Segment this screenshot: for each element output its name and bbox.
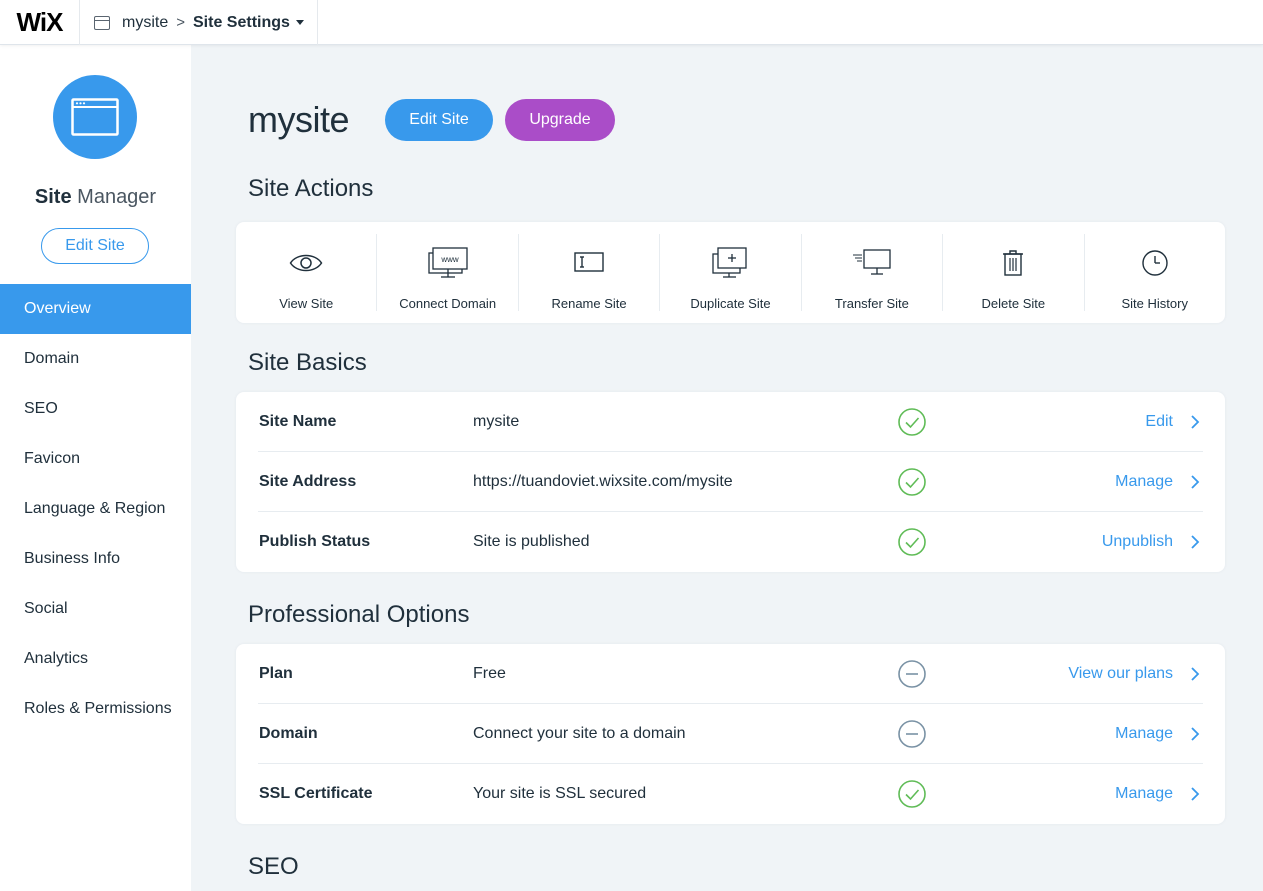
sidebar-item-language-region[interactable]: Language & Region	[0, 484, 191, 534]
breadcrumb: mysite > Site Settings	[80, 0, 318, 45]
minus-circle-icon	[898, 660, 926, 688]
manage-domain-link[interactable]: Manage	[1115, 725, 1173, 743]
view-our-plans-link[interactable]: View our plans	[1068, 665, 1173, 683]
main-content: mysite Edit Site Upgrade Site Actions Vi…	[191, 45, 1263, 891]
row-value: Site is published	[473, 533, 590, 550]
site-manager-title: Site Manager	[0, 186, 191, 209]
action-label: Site History	[1121, 296, 1188, 311]
sidebar-nav: Overview Domain SEO Favicon Language & R…	[0, 284, 191, 734]
row-label: Plan	[259, 664, 293, 682]
row-value: mysite	[473, 412, 520, 430]
plan-row: Plan Free View our plans	[258, 644, 1203, 704]
browser-window-icon	[71, 98, 119, 136]
svg-text:www: www	[440, 255, 459, 264]
professional-options-card: Plan Free View our plans Domain Connect …	[236, 644, 1225, 824]
sidebar-item-business-info[interactable]: Business Info	[0, 534, 191, 584]
chevron-right-icon[interactable]	[1187, 726, 1203, 742]
action-label: Connect Domain	[399, 296, 497, 311]
site-manager-title-bold: Site	[34, 186, 72, 208]
transfer-site-action[interactable]: Transfer Site	[802, 234, 944, 311]
duplicate-monitor-icon	[712, 247, 748, 278]
check-circle-icon	[898, 408, 926, 436]
sidebar-item-social[interactable]: Social	[0, 584, 191, 634]
chevron-right-icon[interactable]	[1187, 666, 1203, 682]
sidebar-item-roles-permissions[interactable]: Roles & Permissions	[0, 684, 191, 734]
sidebar: Site Manager Edit Site Overview Domain S…	[0, 45, 191, 891]
site-address-row: Site Address https://tuandoviet.wixsite.…	[258, 452, 1203, 512]
action-label: View Site	[279, 296, 334, 311]
action-label: Transfer Site	[834, 296, 909, 311]
site-manager-title-light: Manager	[77, 186, 157, 208]
row-value: Free	[473, 664, 506, 682]
site-actions-heading: Site Actions	[248, 175, 374, 202]
sidebar-item-domain[interactable]: Domain	[0, 334, 191, 384]
check-circle-icon	[898, 528, 926, 556]
upgrade-button[interactable]: Upgrade	[505, 99, 615, 141]
action-label: Delete Site	[981, 296, 1046, 311]
domain-row: Domain Connect your site to a domain Man…	[258, 704, 1203, 764]
duplicate-site-action[interactable]: Duplicate Site	[660, 234, 802, 311]
www-monitor-icon: www	[427, 247, 468, 278]
connect-domain-action[interactable]: www Connect Domain	[377, 234, 519, 311]
ssl-certificate-row: SSL Certificate Your site is SSL secured…	[258, 764, 1203, 824]
site-name-row: Site Name mysite Edit	[258, 392, 1203, 452]
transfer-monitor-icon	[852, 249, 891, 275]
row-label: Site Name	[259, 412, 337, 430]
row-label: SSL Certificate	[259, 785, 373, 802]
view-site-action[interactable]: View Site	[236, 234, 378, 311]
sidebar-item-analytics[interactable]: Analytics	[0, 634, 191, 684]
sidebar-item-seo[interactable]: SEO	[0, 384, 191, 434]
row-label: Site Address	[259, 472, 357, 490]
edit-site-button[interactable]: Edit Site	[385, 99, 493, 141]
manage-ssl-link[interactable]: Manage	[1115, 785, 1173, 803]
check-circle-icon	[898, 780, 926, 808]
clock-icon	[1142, 250, 1168, 276]
publish-status-row: Publish Status Site is published Unpubli…	[258, 512, 1203, 572]
trash-icon	[1003, 250, 1024, 276]
site-basics-card: Site Name mysite Edit Site Address https…	[236, 392, 1225, 572]
text-cursor-box-icon	[574, 252, 604, 272]
rename-site-action[interactable]: Rename Site	[519, 234, 661, 311]
action-label: Rename Site	[551, 296, 627, 311]
minus-circle-icon	[898, 720, 926, 748]
breadcrumb-current-page[interactable]: Site Settings	[193, 14, 290, 32]
manage-site-address-link[interactable]: Manage	[1115, 473, 1173, 491]
wix-logo[interactable]: WiX	[0, 0, 80, 45]
sidebar-item-overview[interactable]: Overview	[0, 284, 191, 334]
browser-window-icon	[94, 15, 110, 30]
breadcrumb-site-link[interactable]: mysite	[122, 14, 168, 32]
check-circle-icon	[898, 468, 926, 496]
row-value: https://tuandoviet.wixsite.com/mysite	[473, 472, 733, 490]
row-value: Your site is SSL secured	[473, 785, 647, 802]
top-bar: WiX mysite > Site Settings	[0, 0, 1263, 45]
edit-site-name-link[interactable]: Edit	[1145, 413, 1173, 431]
site-basics-heading: Site Basics	[248, 349, 367, 376]
delete-site-action[interactable]: Delete Site	[943, 234, 1085, 311]
sidebar-edit-site-button[interactable]: Edit Site	[41, 228, 149, 264]
site-actions-card: View Site www Connect Domain Rename Site…	[236, 222, 1225, 323]
seo-heading: SEO	[248, 853, 299, 880]
site-history-action[interactable]: Site History	[1085, 234, 1225, 311]
chevron-right-icon[interactable]	[1187, 474, 1203, 490]
row-label: Domain	[259, 724, 318, 742]
chevron-right-icon[interactable]	[1187, 534, 1203, 550]
professional-options-heading: Professional Options	[248, 601, 470, 628]
caret-down-icon[interactable]	[295, 20, 304, 25]
unpublish-link[interactable]: Unpublish	[1102, 533, 1173, 551]
breadcrumb-separator: >	[176, 14, 185, 31]
row-value: Connect your site to a domain	[473, 724, 686, 742]
eye-icon	[289, 254, 323, 272]
action-label: Duplicate Site	[690, 296, 771, 311]
page-title: mysite	[248, 99, 350, 140]
row-label: Publish Status	[259, 533, 371, 550]
site-avatar	[53, 75, 137, 159]
sidebar-item-favicon[interactable]: Favicon	[0, 434, 191, 484]
chevron-right-icon[interactable]	[1187, 786, 1203, 802]
chevron-right-icon[interactable]	[1187, 414, 1203, 430]
